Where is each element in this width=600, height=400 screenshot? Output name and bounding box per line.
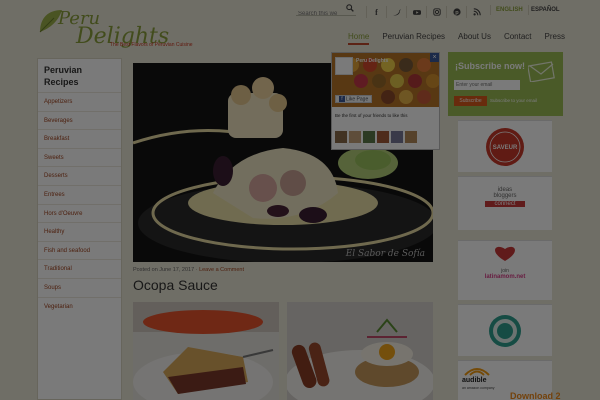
search-icon[interactable]: [346, 4, 354, 12]
post-title[interactable]: Ocopa Sauce: [133, 277, 218, 293]
subscribe-box: ¡Subscribe now! Subscribe Subscribe to y…: [448, 52, 563, 116]
latinamom-badge[interactable]: join latinamom.net: [458, 240, 552, 300]
certified-badge[interactable]: [458, 304, 552, 356]
post-thumbnail-1[interactable]: [133, 302, 279, 400]
heart-icon: [495, 246, 515, 261]
sidebar-item-healthy[interactable]: Healthy: [38, 222, 121, 241]
avatar[interactable]: [335, 131, 347, 143]
nav-home[interactable]: Home: [348, 32, 370, 45]
sidebar-item-appetizers[interactable]: Appetizers: [38, 92, 121, 111]
nav-contact[interactable]: Contact: [504, 32, 532, 45]
leave-comment-link[interactable]: Leave a Comment: [199, 267, 244, 273]
popup-friends-text: Be the first of your friends to like thi…: [335, 113, 408, 118]
audible-ad[interactable]: audible an amazon company Download 2: [458, 360, 561, 400]
subscribe-email-input[interactable]: [454, 80, 520, 90]
pinterest-icon[interactable]: p: [446, 6, 466, 18]
avatar[interactable]: [363, 131, 375, 143]
facebook-like-popup: Peru Delights × f Like Page Be the first …: [331, 52, 440, 150]
saveur-badge-text: SAVEUR: [493, 145, 518, 151]
photo-watermark: El Sabor de Sofía: [345, 248, 425, 259]
dish-thumbnail-1: [133, 302, 279, 400]
audible-text: audible: [462, 377, 487, 384]
bloggers-text: bloggers: [493, 193, 517, 199]
envelope-icon: [528, 61, 555, 82]
site-tagline: The Best Flavors of Peruvian Cuisine: [110, 42, 193, 48]
sidebar-item-soups[interactable]: Soups: [38, 277, 121, 297]
facebook-like-button[interactable]: f Like Page: [335, 95, 373, 103]
post-meta: Posted on June 17, 2017 · Leave a Commen…: [133, 267, 244, 273]
sidebar-item-breakfast[interactable]: Breakfast: [38, 129, 121, 148]
avatar[interactable]: [377, 131, 389, 143]
main-nav: Home Peruvian Recipes About Us Contact P…: [348, 32, 578, 45]
site-logo[interactable]: Peru Delights The Best Flavors of Peruvi…: [36, 6, 226, 50]
search-input[interactable]: [296, 8, 340, 20]
nav-peruvian-recipes[interactable]: Peruvian Recipes: [382, 32, 445, 45]
sidebar-item-sweets[interactable]: Sweets: [38, 147, 121, 167]
twitter-icon[interactable]: [386, 6, 406, 18]
ideas-bloggers-badge[interactable]: ideas bloggers connect: [458, 176, 552, 230]
popup-page-logo[interactable]: [335, 57, 353, 75]
social-icons: f p: [366, 6, 486, 18]
instagram-icon[interactable]: [426, 6, 446, 18]
subscribe-button[interactable]: Subscribe: [454, 96, 487, 106]
sidebar-item-entrees[interactable]: Entrees: [38, 184, 121, 204]
search-box: [296, 2, 356, 20]
language-english[interactable]: ENGLISH: [490, 5, 529, 15]
language-espanol[interactable]: ESPAÑOL: [531, 5, 560, 15]
rss-icon[interactable]: [466, 6, 486, 18]
like-page-label: Like Page: [346, 96, 369, 103]
youtube-icon[interactable]: [406, 6, 426, 18]
nav-about-us[interactable]: About Us: [458, 32, 491, 45]
post-date: Posted on June 17, 2017 ·: [133, 267, 200, 273]
saveur-badge-card[interactable]: SAVEUR: [458, 120, 552, 172]
latinamom-text: latinamom.net: [484, 274, 526, 280]
avatar[interactable]: [391, 131, 403, 143]
subscribe-title: ¡Subscribe now!: [455, 61, 526, 71]
popup-page-name[interactable]: Peru Delights: [356, 58, 388, 64]
avatar[interactable]: [405, 131, 417, 143]
audible-subtext: an amazon company: [462, 386, 495, 390]
page: Peru Delights The Best Flavors of Peruvi…: [0, 0, 600, 400]
sidebar-item-vegetarian[interactable]: Vegetarian: [38, 296, 121, 316]
certified-seal-icon: [489, 315, 521, 347]
dish-thumbnail-2: [287, 302, 433, 400]
sidebar-item-fish-seafood[interactable]: Fish and seafood: [38, 240, 121, 260]
nav-press[interactable]: Press: [545, 32, 565, 45]
sidebar-item-traditional[interactable]: Traditional: [38, 259, 121, 278]
facebook-icon: f: [339, 96, 345, 102]
sidebar-item-beverages[interactable]: Beverages: [38, 110, 121, 130]
ideas-text: ideas: [497, 187, 513, 193]
sidebar-item-hors-doeuvre[interactable]: Hors d'Oeuvre: [38, 203, 121, 223]
post-thumbnail-2[interactable]: [287, 302, 433, 400]
download-text: Download 2: [510, 391, 561, 400]
avatar[interactable]: [349, 131, 361, 143]
facebook-icon[interactable]: f: [366, 6, 386, 18]
close-icon[interactable]: ×: [430, 53, 439, 62]
svg-text:p: p: [455, 10, 459, 16]
saveur-badge: SAVEUR: [486, 128, 524, 166]
sidebar-title: Peruvian Recipes: [44, 65, 83, 87]
connect-text: connect: [485, 201, 525, 207]
recipe-categories-sidebar: Peruvian Recipes Appetizers Beverages Br…: [37, 58, 122, 400]
popup-friend-avatars: [335, 131, 419, 143]
sidebar-item-desserts[interactable]: Desserts: [38, 166, 121, 185]
subscribe-note: Subscribe to your email: [490, 98, 538, 103]
